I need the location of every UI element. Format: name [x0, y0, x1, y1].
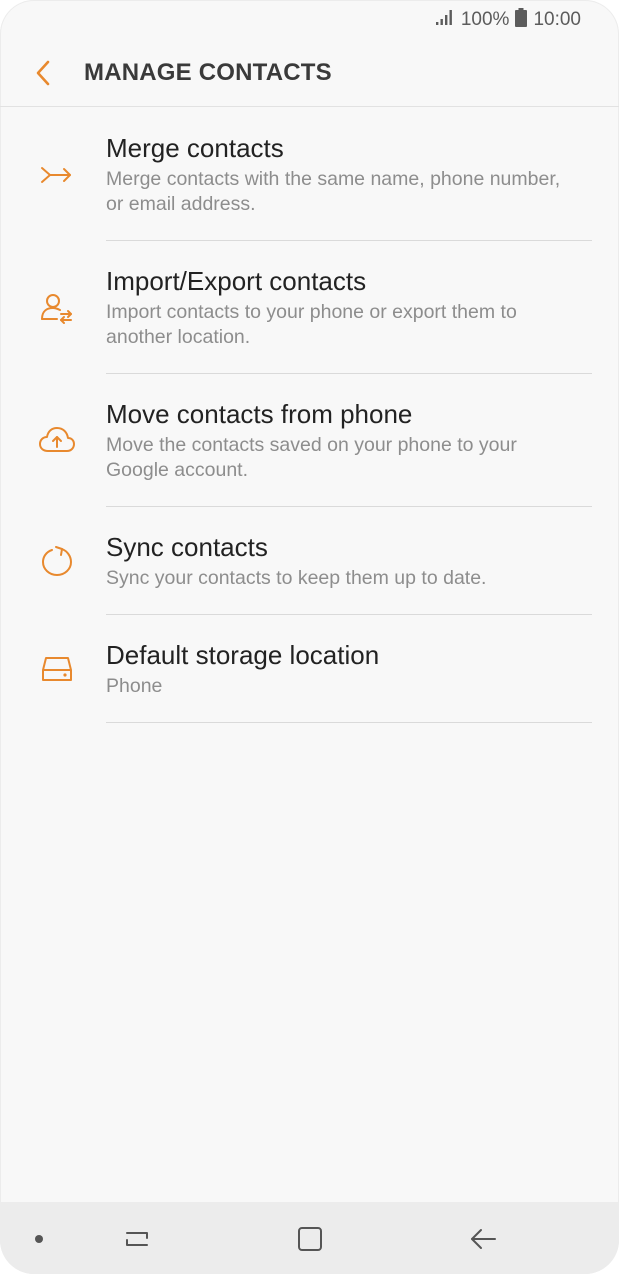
battery-percent: 100% — [460, 9, 510, 30]
nav-hide-dot[interactable] — [35, 1235, 43, 1243]
item-title: Move contacts from phone — [106, 399, 413, 429]
item-title: Merge contacts — [106, 133, 284, 163]
item-subtitle: Merge contacts with the same name, phone… — [106, 168, 561, 215]
clock: 10:00 — [533, 9, 581, 30]
recents-button[interactable] — [120, 1222, 154, 1256]
page-title: MANAGE CONTACTS — [84, 59, 332, 86]
item-subtitle: Phone — [106, 675, 163, 697]
item-title: Import/Export contacts — [106, 266, 367, 296]
back-button[interactable] — [28, 58, 58, 88]
app-bar: MANAGE CONTACTS — [0, 40, 619, 107]
item-title: Default storage location — [106, 640, 380, 670]
phone-screen: 100% 10:00 MANAGE CONTACTS Merge contact… — [0, 0, 619, 1274]
navigation-bar — [0, 1202, 619, 1274]
item-subtitle: Move the contacts saved on your phone to… — [106, 434, 517, 481]
item-title: Sync contacts — [106, 532, 268, 562]
merge-icon — [36, 154, 78, 196]
battery-icon — [515, 7, 528, 33]
list-item-import-export-contacts[interactable]: Import/Export contacts Import contacts t… — [0, 241, 619, 374]
import-export-icon — [36, 287, 78, 329]
signal-icon — [435, 8, 455, 32]
chevron-left-icon — [36, 60, 50, 86]
list-item-move-contacts[interactable]: Move contacts from phone Move the contac… — [0, 374, 619, 507]
recents-icon — [126, 1232, 148, 1246]
item-subtitle: Import contacts to your phone or export … — [106, 301, 517, 348]
home-button[interactable] — [293, 1222, 327, 1256]
storage-icon — [36, 648, 78, 690]
back-nav-button[interactable] — [466, 1222, 500, 1256]
list-item-default-storage[interactable]: Default storage location Phone — [0, 615, 619, 723]
cloud-upload-icon — [36, 419, 78, 461]
list-item-sync-contacts[interactable]: Sync contacts Sync your contacts to keep… — [0, 507, 619, 615]
sync-icon — [36, 540, 78, 582]
list-item-merge-contacts[interactable]: Merge contacts Merge contacts with the s… — [0, 107, 619, 241]
item-subtitle: Sync your contacts to keep them up to da… — [106, 567, 487, 589]
arrow-left-icon — [471, 1229, 496, 1249]
status-bar: 100% 10:00 — [0, 0, 619, 40]
settings-list: Merge contacts Merge contacts with the s… — [0, 107, 619, 723]
home-icon — [298, 1227, 322, 1251]
